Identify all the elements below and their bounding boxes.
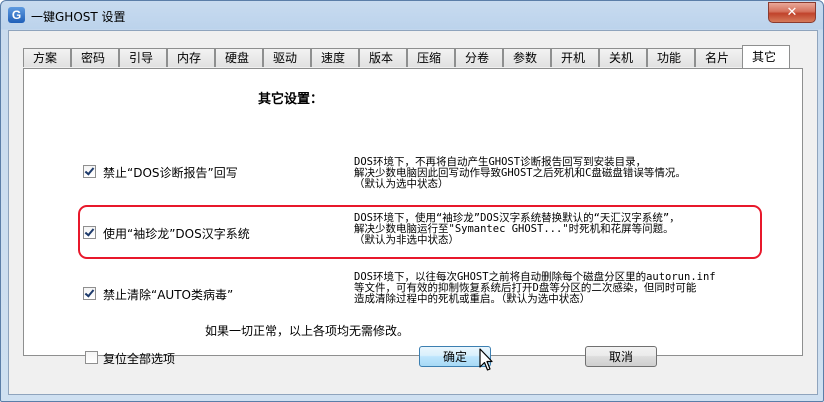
tab-speed[interactable]: 速度 [311, 48, 359, 67]
use-xiuzhenlong-description: DOS环境下，使用“袖珍龙”DOS汉字系统替换默认的“天汇汉字系统”， 解决少数… [354, 212, 680, 246]
disable-auto-virus-clean-description: DOS环境下，以往每次GHOST之前将自动删除每个磁盘分区里的autorun.i… [354, 271, 716, 305]
disable-dos-report-description: DOS环境下，不再将自动产生GHOST诊断报告回写到安装目录， 解决少数电脑因此… [354, 156, 686, 190]
settings-window: G 一键GHOST 设置 ✕ 方案 密码 引导 内存 硬盘 驱动 速度 版本 压… [0, 0, 824, 402]
tab-card[interactable]: 名片 [695, 48, 743, 67]
reset-all-label[interactable]: 复位全部选项 [103, 350, 175, 367]
tab-params[interactable]: 参数 [503, 48, 551, 67]
tab-driver[interactable]: 驱动 [263, 48, 311, 67]
dialog-client-area: 方案 密码 引导 内存 硬盘 驱动 速度 版本 压缩 分卷 参数 开机 关机 功… [8, 30, 818, 395]
use-xiuzhenlong-label[interactable]: 使用“袖珍龙”DOS汉字系统 [103, 225, 250, 242]
tab-startup[interactable]: 开机 [551, 48, 599, 67]
close-button[interactable]: ✕ [768, 2, 816, 23]
section-heading: 其它设置： [258, 92, 324, 107]
tab-memory[interactable]: 内存 [167, 48, 215, 67]
title-bar[interactable]: G 一键GHOST 设置 ✕ [1, 1, 823, 29]
disable-auto-virus-clean-label[interactable]: 禁止清除“AUTO类病毒” [103, 286, 233, 303]
footer-note: 如果一切正常，以上各项均无需修改。 [205, 324, 410, 338]
window-title: 一键GHOST 设置 [31, 10, 126, 24]
mouse-pointer-icon [479, 348, 493, 371]
use-xiuzhenlong-checkbox[interactable] [83, 226, 96, 239]
reset-all-checkbox[interactable] [85, 351, 98, 364]
disable-auto-virus-clean-checkbox[interactable] [83, 287, 96, 300]
tab-disk[interactable]: 硬盘 [215, 48, 263, 67]
tab-shutdown[interactable]: 关机 [599, 48, 647, 67]
disable-dos-report-checkbox[interactable] [83, 165, 96, 178]
tab-password[interactable]: 密码 [71, 48, 119, 67]
app-icon: G [8, 7, 25, 23]
tab-boot[interactable]: 引导 [119, 48, 167, 67]
tab-compress[interactable]: 压缩 [407, 48, 455, 67]
disable-dos-report-label[interactable]: 禁止“DOS诊断报告”回写 [103, 164, 238, 181]
tab-features[interactable]: 功能 [647, 48, 695, 67]
tab-split[interactable]: 分卷 [455, 48, 503, 67]
tab-scheme[interactable]: 方案 [23, 48, 71, 67]
tab-other[interactable]: 其它 [742, 45, 790, 68]
tab-version[interactable]: 版本 [359, 48, 407, 67]
cancel-button[interactable]: 取消 [585, 346, 657, 367]
tab-panel-other: 其它设置： 禁止“DOS诊断报告”回写 DOS环境下，不再将自动产生GHOST诊… [23, 68, 803, 356]
